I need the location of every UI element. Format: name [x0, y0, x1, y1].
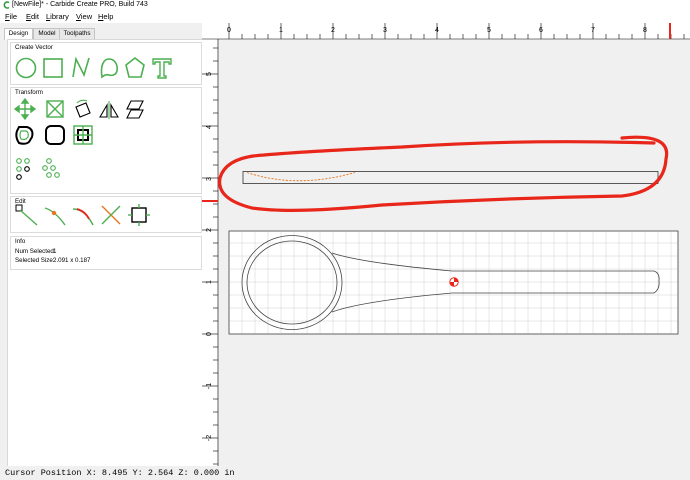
window-titlebar: [NewFile]* - Carbide Create PRO, Build 7…	[0, 0, 690, 11]
shear-icon[interactable]	[123, 97, 147, 121]
menu-help[interactable]: Help	[98, 12, 113, 21]
circle-icon[interactable]	[13, 55, 39, 81]
selected-rectangle[interactable]	[242, 171, 659, 184]
canvas-svg: 0 1 2 3 4 5 6 7 8 5 4 3 2 1 0 -1 -2	[202, 23, 690, 469]
smooth-icon[interactable]	[71, 203, 95, 227]
window-title: [NewFile]* - Carbide Create PRO, Build 7…	[12, 1, 148, 8]
top-ruler-label: 8	[643, 27, 647, 34]
join-icon[interactable]	[127, 203, 151, 227]
info-title: Info	[15, 238, 26, 245]
scale-icon[interactable]	[43, 97, 67, 121]
side-ruler-label: -1	[206, 383, 213, 389]
top-ruler-label: 5	[487, 27, 491, 34]
menu-view[interactable]: View	[76, 12, 92, 21]
top-ruler-label: 3	[383, 27, 387, 34]
text-icon[interactable]	[149, 55, 175, 81]
menu-edit[interactable]: Edit	[26, 12, 39, 21]
rectangle-icon[interactable]	[40, 55, 66, 81]
tab-toolpaths[interactable]: Toolpaths	[59, 28, 95, 39]
top-ruler-label: 2	[331, 27, 335, 34]
side-ruler-label: 3	[206, 177, 213, 181]
move-icon[interactable]	[13, 97, 37, 121]
side-ruler-label: 0	[206, 332, 213, 336]
mirror-icon[interactable]	[97, 97, 121, 121]
status-bar: Cursor Position X: 8.495 Y: 2.564 Z: 0.0…	[0, 466, 690, 480]
side-ruler-label: -2	[206, 435, 213, 441]
num-selected-label: Num Selected:	[15, 248, 56, 255]
trim-icon[interactable]	[99, 203, 123, 227]
tab-model[interactable]: Model	[33, 28, 61, 39]
node-edit-icon[interactable]	[15, 203, 39, 227]
side-ruler-label: 2	[206, 228, 213, 232]
edit-group: Edit	[10, 196, 202, 233]
top-ruler-label: 6	[539, 27, 543, 34]
menu-file[interactable]: File	[5, 12, 17, 21]
curve-icon[interactable]	[96, 55, 122, 81]
center-marker	[449, 277, 459, 287]
selected-size-value: 2.091 x 0.187	[53, 257, 91, 264]
design-panel: Create Vector Transform Edit Info Num Se…	[7, 39, 204, 471]
side-ruler-label: 1	[206, 280, 213, 284]
carbide-app-icon	[3, 1, 10, 9]
boolean-icon[interactable]	[71, 123, 95, 147]
fillet-icon[interactable]	[43, 123, 67, 147]
side-ruler	[202, 23, 218, 469]
selected-size-label: Selected Size:	[15, 257, 55, 264]
cursor-position-readout: Cursor Position X: 8.495 Y: 2.564 Z: 0.0…	[5, 468, 235, 478]
side-ruler-label: 4	[206, 125, 213, 129]
top-ruler	[202, 23, 690, 39]
transform-title: Transform	[15, 89, 43, 96]
menu-bar: File Edit Library View Help	[0, 11, 690, 23]
create-vector-title: Create Vector	[15, 44, 53, 51]
top-ruler-label: 4	[435, 27, 439, 34]
offset-icon[interactable]	[13, 123, 37, 147]
info-group: Info Num Selected: 1 Selected Size: 2.09…	[10, 236, 202, 270]
top-ruler-label: 1	[279, 27, 283, 34]
add-node-icon[interactable]	[43, 203, 67, 227]
top-ruler-label: 0	[227, 27, 231, 34]
grid-array-icon[interactable]	[41, 156, 65, 180]
polygon-icon[interactable]	[122, 55, 148, 81]
transform-group: Transform	[10, 87, 202, 194]
create-vector-group: Create Vector	[10, 42, 202, 85]
num-selected-value: 1	[53, 248, 57, 255]
rotate-icon[interactable]	[71, 97, 95, 121]
polyline-icon[interactable]	[68, 55, 94, 81]
circular-array-icon[interactable]	[13, 156, 37, 180]
design-canvas[interactable]: 0 1 2 3 4 5 6 7 8 5 4 3 2 1 0 -1 -2	[202, 23, 690, 469]
top-ruler-label: 7	[591, 27, 595, 34]
menu-library[interactable]: Library	[46, 12, 69, 21]
side-ruler-label: 5	[206, 72, 213, 76]
